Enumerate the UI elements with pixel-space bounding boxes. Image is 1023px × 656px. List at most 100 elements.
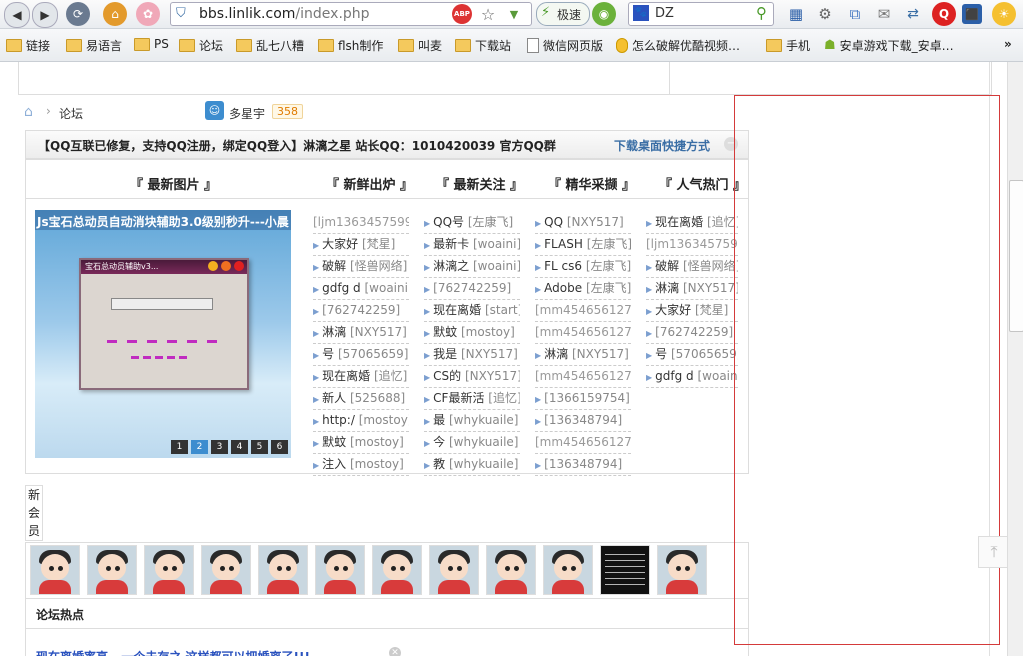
list-item[interactable]: [ljm1363457599 [646, 234, 738, 256]
bookmark-folder[interactable]: 链接 [6, 37, 50, 54]
list-item-title[interactable]: [mm454656127 [535, 303, 631, 317]
list-item[interactable]: ▶ QQ号 [左康飞] [424, 212, 520, 234]
list-item[interactable]: ▶ [136348794] [535, 410, 631, 432]
list-item[interactable]: [mm454656127 [535, 322, 631, 344]
list-item-title[interactable]: [ljm1363457599 [313, 215, 409, 229]
list-item[interactable]: ▶ 现在离婚 [start] [424, 300, 520, 322]
star-icon[interactable]: ☆ [476, 2, 500, 26]
list-item-title[interactable]: FL cs6 [544, 259, 582, 273]
slide-page-button[interactable]: 5 [251, 440, 268, 454]
list-item[interactable]: ▶ FLASH [左康飞] [535, 234, 631, 256]
list-item-title[interactable]: 新人 [322, 391, 346, 405]
home-icon[interactable]: ⌂ [24, 104, 33, 120]
list-item-title[interactable]: 淋漓 [322, 325, 346, 339]
list-item-title[interactable]: 默蚊 [322, 435, 346, 449]
list-item[interactable]: ▶ 今 [whykuaile] [424, 432, 520, 454]
list-item-title[interactable]: 最 [433, 413, 445, 427]
list-item-title[interactable]: [mm454656127 [535, 435, 631, 449]
list-item-title[interactable]: 破解 [655, 259, 679, 273]
list-item[interactable]: ▶ CS的 [NXY517] [424, 366, 520, 388]
member-avatar[interactable] [486, 545, 536, 595]
slide-page-button[interactable]: 4 [231, 440, 248, 454]
back-to-top-icon[interactable]: ⤒ [978, 536, 1007, 568]
back-icon[interactable]: ◀ [4, 2, 30, 28]
list-item-title[interactable]: 今 [433, 435, 445, 449]
extension-icon[interactable]: ⬛ [962, 4, 982, 24]
translate-icon[interactable]: ⇄ [901, 2, 925, 26]
list-item[interactable]: [mm454656127 [535, 366, 631, 388]
list-item-title[interactable]: 现在离婚 [433, 303, 481, 317]
list-item[interactable]: ▶gdfg d [woaini] [646, 366, 738, 388]
list-item[interactable]: ▶ 淋漓之 [woaini] [424, 256, 520, 278]
member-avatar[interactable] [258, 545, 308, 595]
list-item[interactable]: ▶ 我是 [NXY517] [424, 344, 520, 366]
scrollbar-thumb[interactable] [1009, 180, 1023, 332]
adblock-icon[interactable]: ABP [452, 4, 472, 24]
globe-icon[interactable]: ◉ [592, 2, 616, 26]
list-item-title[interactable]: 淋漓之 [433, 259, 469, 273]
member-avatar[interactable] [315, 545, 365, 595]
list-item[interactable]: ▶ 最 [whykuaile] [424, 410, 520, 432]
list-item[interactable]: ▶ 破解 [怪兽网络] [313, 256, 409, 278]
slide-caption[interactable]: Js宝石总动员自动消块辅助3.0级别秒升---小晨 [37, 213, 289, 230]
member-avatar[interactable] [429, 545, 479, 595]
list-item[interactable]: [mm454656127 [535, 432, 631, 454]
list-item-title[interactable]: 大家好 [655, 303, 691, 317]
slideshow[interactable]: Js宝石总动员自动消块辅助3.0级别秒升---小晨 宝石总动员辅助v3... 1… [35, 210, 291, 458]
list-item[interactable]: [mm454656127 [535, 300, 631, 322]
list-item[interactable]: ▶ http:/ [mostoy] [313, 410, 409, 432]
list-item-title[interactable]: QQ [544, 215, 563, 229]
list-item-title[interactable]: 现在离婚 [655, 215, 703, 229]
user-avatar-icon[interactable]: ☺ [205, 101, 224, 120]
speed-mode-button[interactable]: ⚡ 极速 [536, 2, 590, 26]
bookmark-folder[interactable]: 手机 [766, 37, 810, 54]
list-item[interactable]: ▶ 新人 [525688] [313, 388, 409, 410]
list-item[interactable]: ▶ 淋漓 [NXY517] [535, 344, 631, 366]
list-item-title[interactable]: Adobe [544, 281, 582, 295]
list-item[interactable]: ▶ 号 [57065659] [646, 344, 738, 366]
list-item-title[interactable]: [ljm1363457599 [646, 237, 738, 251]
list-item-title[interactable]: [mm454656127 [535, 369, 631, 383]
bookmark-folder[interactable]: 叫麦 [398, 37, 442, 54]
list-item-title[interactable]: 破解 [322, 259, 346, 273]
list-item[interactable]: ▶ [1366159754] [535, 388, 631, 410]
list-item-title[interactable]: FLASH [544, 237, 583, 251]
screenshot-icon[interactable]: ⧉ [843, 2, 867, 26]
list-item[interactable]: ▶ CF最新活 [追忆] [424, 388, 520, 410]
slide-page-button-active[interactable]: 2 [191, 440, 208, 454]
bookmark-folder[interactable]: flsh制作 [318, 37, 383, 54]
member-avatar[interactable] [144, 545, 194, 595]
member-avatar[interactable] [657, 545, 707, 595]
list-item-title[interactable]: CF最新活 [433, 391, 484, 405]
bookmark-page[interactable]: 怎么破解优酷视频… [616, 37, 740, 54]
search-icon[interactable]: ⚲ [756, 4, 767, 22]
list-item[interactable]: ▶ 注入 [mostoy] [313, 454, 409, 476]
search-input[interactable]: 🐾 DZ ⚲ [628, 2, 774, 26]
list-item[interactable]: ▶ 最新卡 [woaini] [424, 234, 520, 256]
list-item[interactable]: ▶ Adobe [左康飞] [535, 278, 631, 300]
member-avatar[interactable] [372, 545, 422, 595]
bookmark-folder[interactable]: PS [134, 37, 169, 51]
list-item-title[interactable]: 默蚊 [433, 325, 457, 339]
settings-icon[interactable]: ⚙ [813, 2, 837, 26]
desktop-shortcut-link[interactable]: 下载桌面快捷方式 [614, 137, 710, 154]
apps-icon[interactable]: ▦ [784, 2, 808, 26]
list-item-title[interactable]: gdfg d [322, 281, 361, 295]
hot-thread-link[interactable]: 现在离婚率高 - 一个去存之 这样都可以把婚离了!!! [36, 648, 310, 656]
bookmark-folder[interactable]: 下载站 [455, 37, 511, 54]
home-icon[interactable]: ⌂ [103, 2, 127, 26]
bookmark-folder[interactable]: 易语言 [66, 37, 122, 54]
more-bookmarks-button[interactable]: » [1004, 37, 1012, 51]
list-item[interactable]: ▶ 破解 [怪兽网络] [646, 256, 738, 278]
bookmark-folder[interactable]: 论坛 [179, 37, 223, 54]
breadcrumb[interactable]: 论坛 [59, 105, 83, 122]
forward-icon[interactable]: ▶ [32, 2, 58, 28]
bookmark-folder[interactable]: 乱七八糟 [236, 37, 304, 54]
list-item[interactable]: ▶ 教 [whykuaile] [424, 454, 520, 476]
refresh-icon[interactable]: ⟳ [66, 2, 90, 26]
member-avatar[interactable] [87, 545, 137, 595]
bookmark-page[interactable]: ☗ 安卓游戏下载_安卓… [824, 37, 954, 54]
list-item-title[interactable]: 淋漓 [544, 347, 568, 361]
slide-page-button[interactable]: 6 [271, 440, 288, 454]
list-item[interactable]: ▶ 淋漓 [NXY517] [646, 278, 738, 300]
